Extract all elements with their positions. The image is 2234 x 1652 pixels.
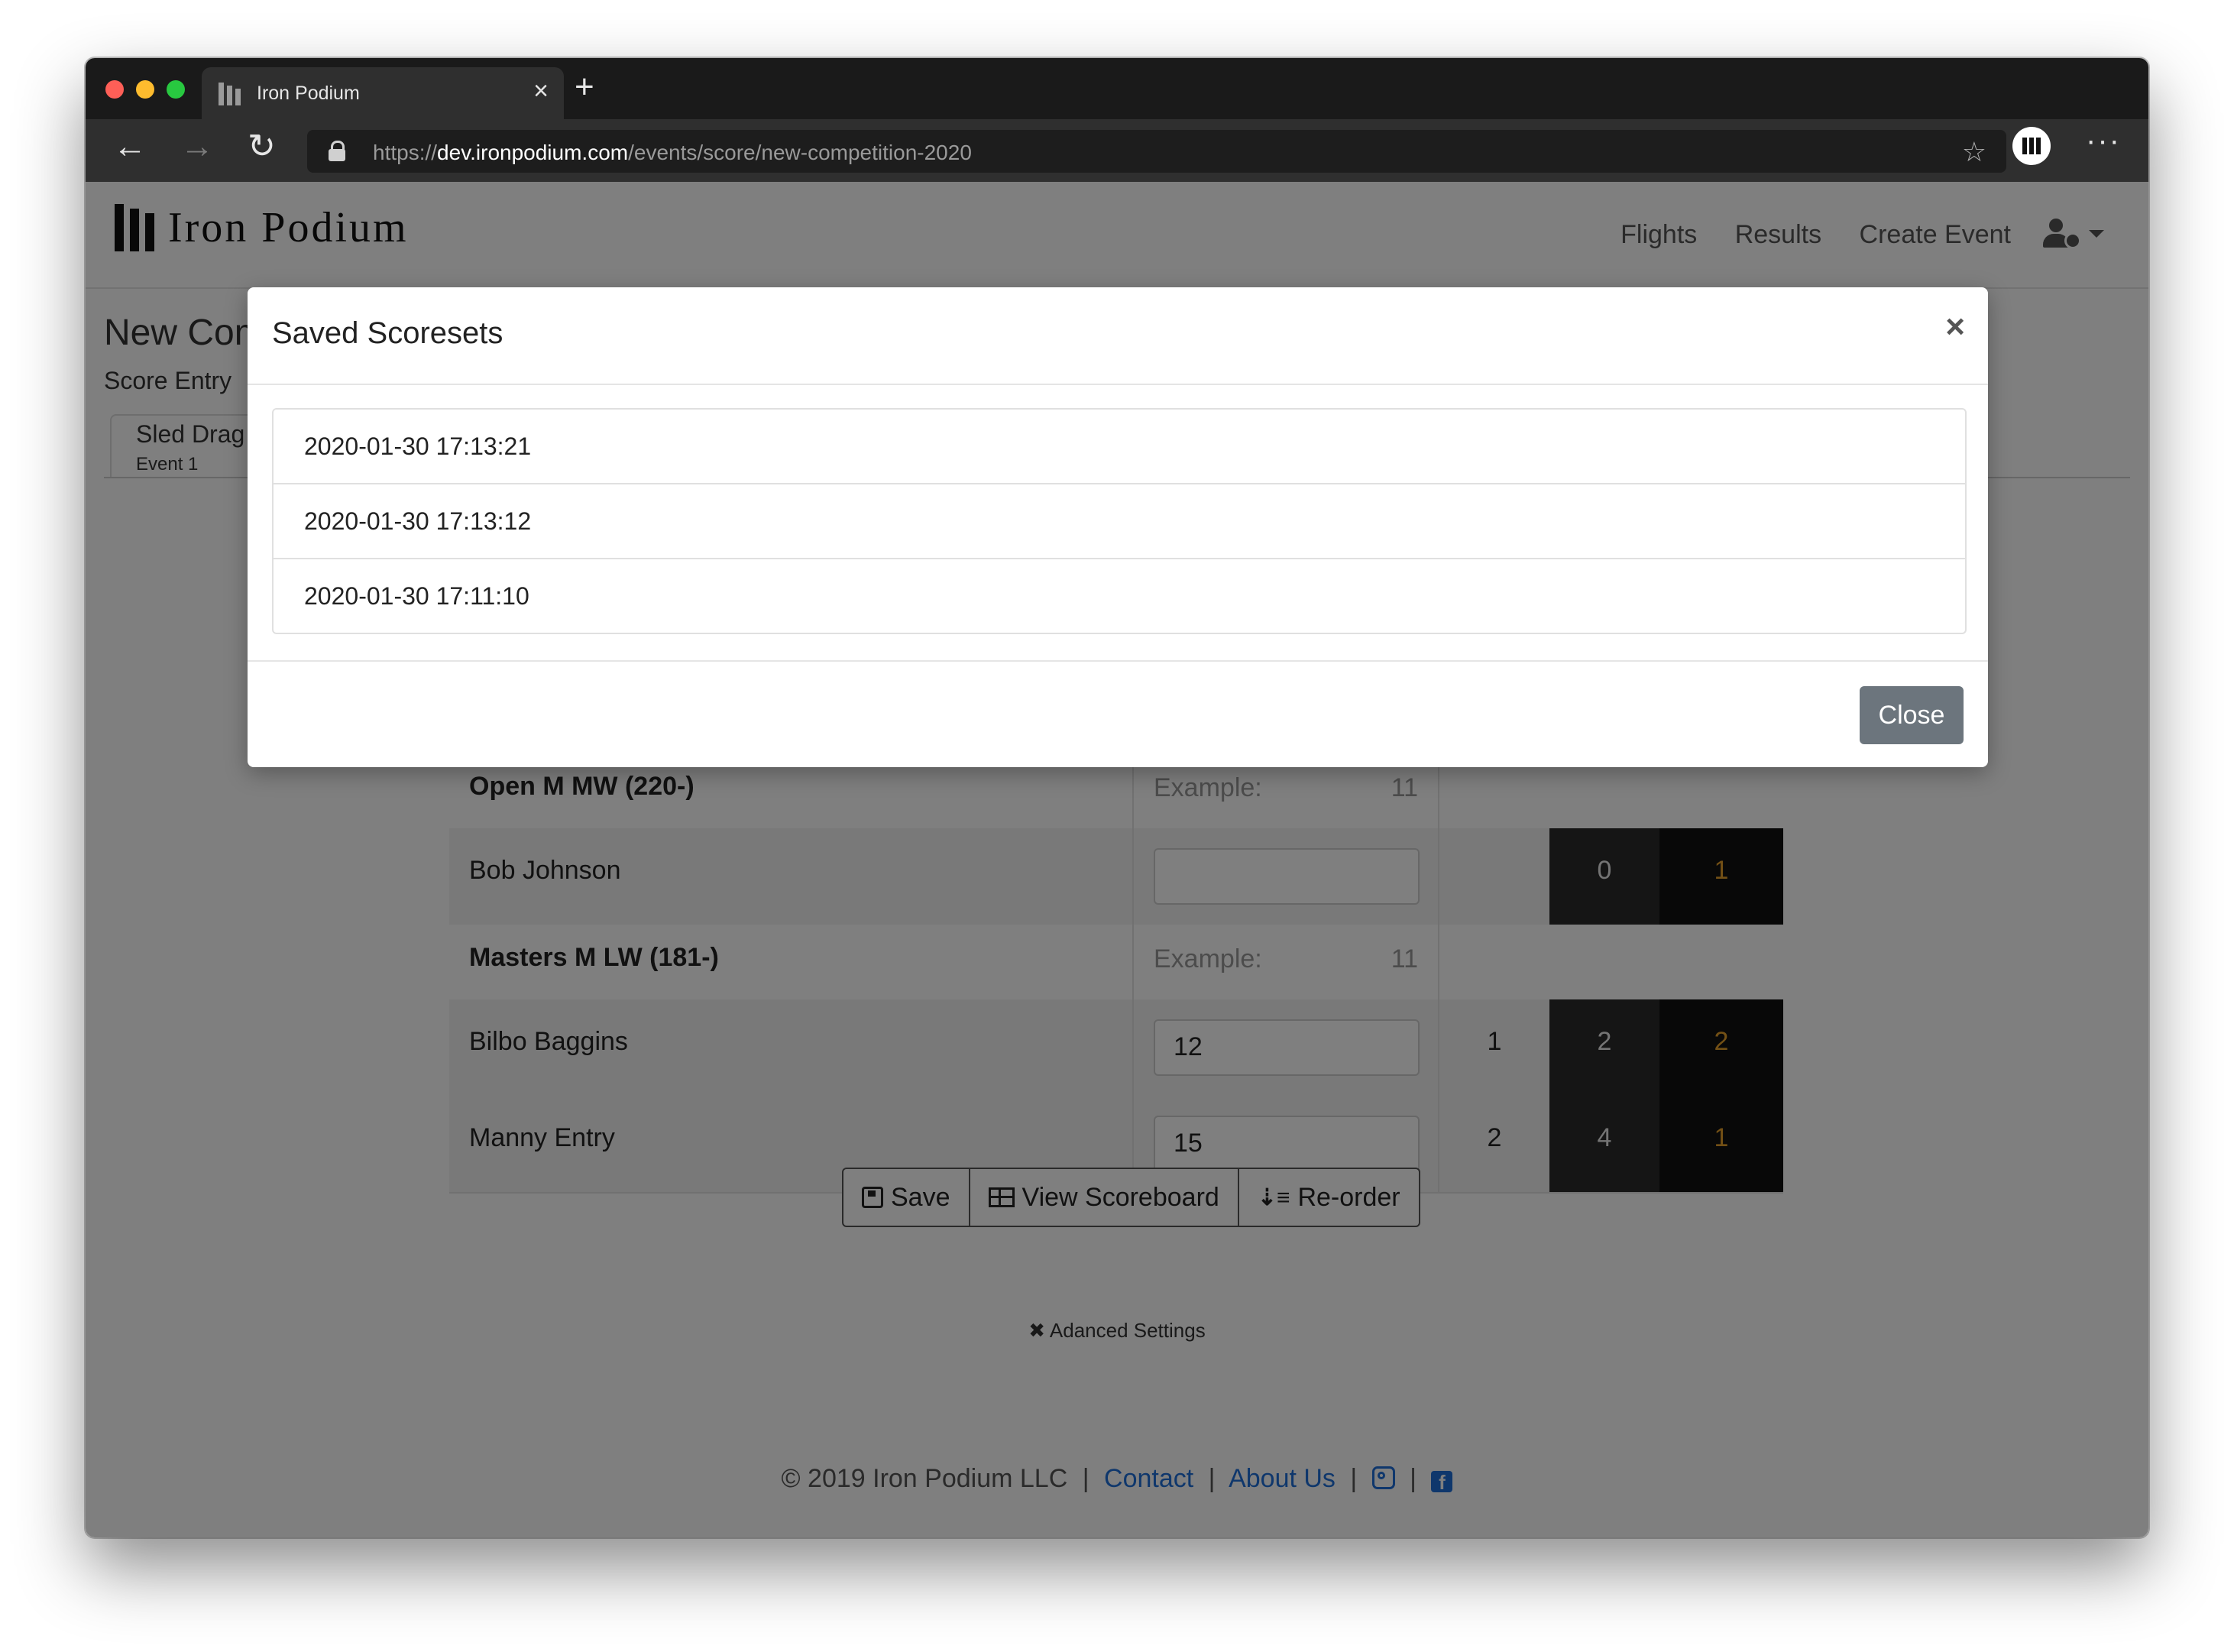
page-viewport: Iron Podium Flights Results Create Event… xyxy=(86,182,2148,1537)
close-icon[interactable]: × xyxy=(1945,310,1965,344)
browser-menu-icon[interactable]: ··· xyxy=(2086,124,2121,158)
modal-header: Saved Scoresets × xyxy=(248,287,1988,385)
browser-toolbar: ← → ↻ https://dev.ironpodium.com/events/… xyxy=(86,119,2148,182)
url-text[interactable]: https://dev.ironpodium.com/events/score/… xyxy=(373,141,972,165)
new-tab-icon[interactable]: + xyxy=(575,70,594,104)
favicon-icon xyxy=(219,83,244,105)
profile-avatar-icon[interactable] xyxy=(2012,127,2051,165)
reload-icon[interactable]: ↻ xyxy=(248,130,276,164)
browser-window: Iron Podium × + ← → ↻ https://dev.ironpo… xyxy=(86,58,2148,1537)
scoreset-list: 2020-01-30 17:13:21 2020-01-30 17:13:12 … xyxy=(272,408,1967,634)
bookmark-star-icon[interactable]: ☆ xyxy=(1962,136,1986,168)
maximize-window-button[interactable] xyxy=(167,80,185,99)
browser-titlebar: Iron Podium × + xyxy=(86,58,2148,119)
saved-scoresets-modal: Saved Scoresets × 2020-01-30 17:13:21 20… xyxy=(248,287,1988,767)
browser-tab[interactable]: Iron Podium × xyxy=(202,67,564,119)
scoreset-item[interactable]: 2020-01-30 17:11:10 xyxy=(274,559,1965,633)
scoreset-item[interactable]: 2020-01-30 17:13:21 xyxy=(274,410,1965,484)
scoreset-item[interactable]: 2020-01-30 17:13:12 xyxy=(274,484,1965,559)
address-bar[interactable]: https://dev.ironpodium.com/events/score/… xyxy=(307,130,2006,173)
forward-arrow-icon[interactable]: → xyxy=(180,130,214,164)
modal-footer: Close xyxy=(248,660,1988,769)
tab-close-icon[interactable]: × xyxy=(533,78,549,104)
minimize-window-button[interactable] xyxy=(136,80,154,99)
lock-icon xyxy=(329,141,345,161)
close-window-button[interactable] xyxy=(105,80,124,99)
close-button[interactable]: Close xyxy=(1860,686,1964,744)
tab-title: Iron Podium xyxy=(257,83,360,104)
back-arrow-icon[interactable]: ← xyxy=(113,130,147,164)
modal-title: Saved Scoresets xyxy=(272,316,503,350)
